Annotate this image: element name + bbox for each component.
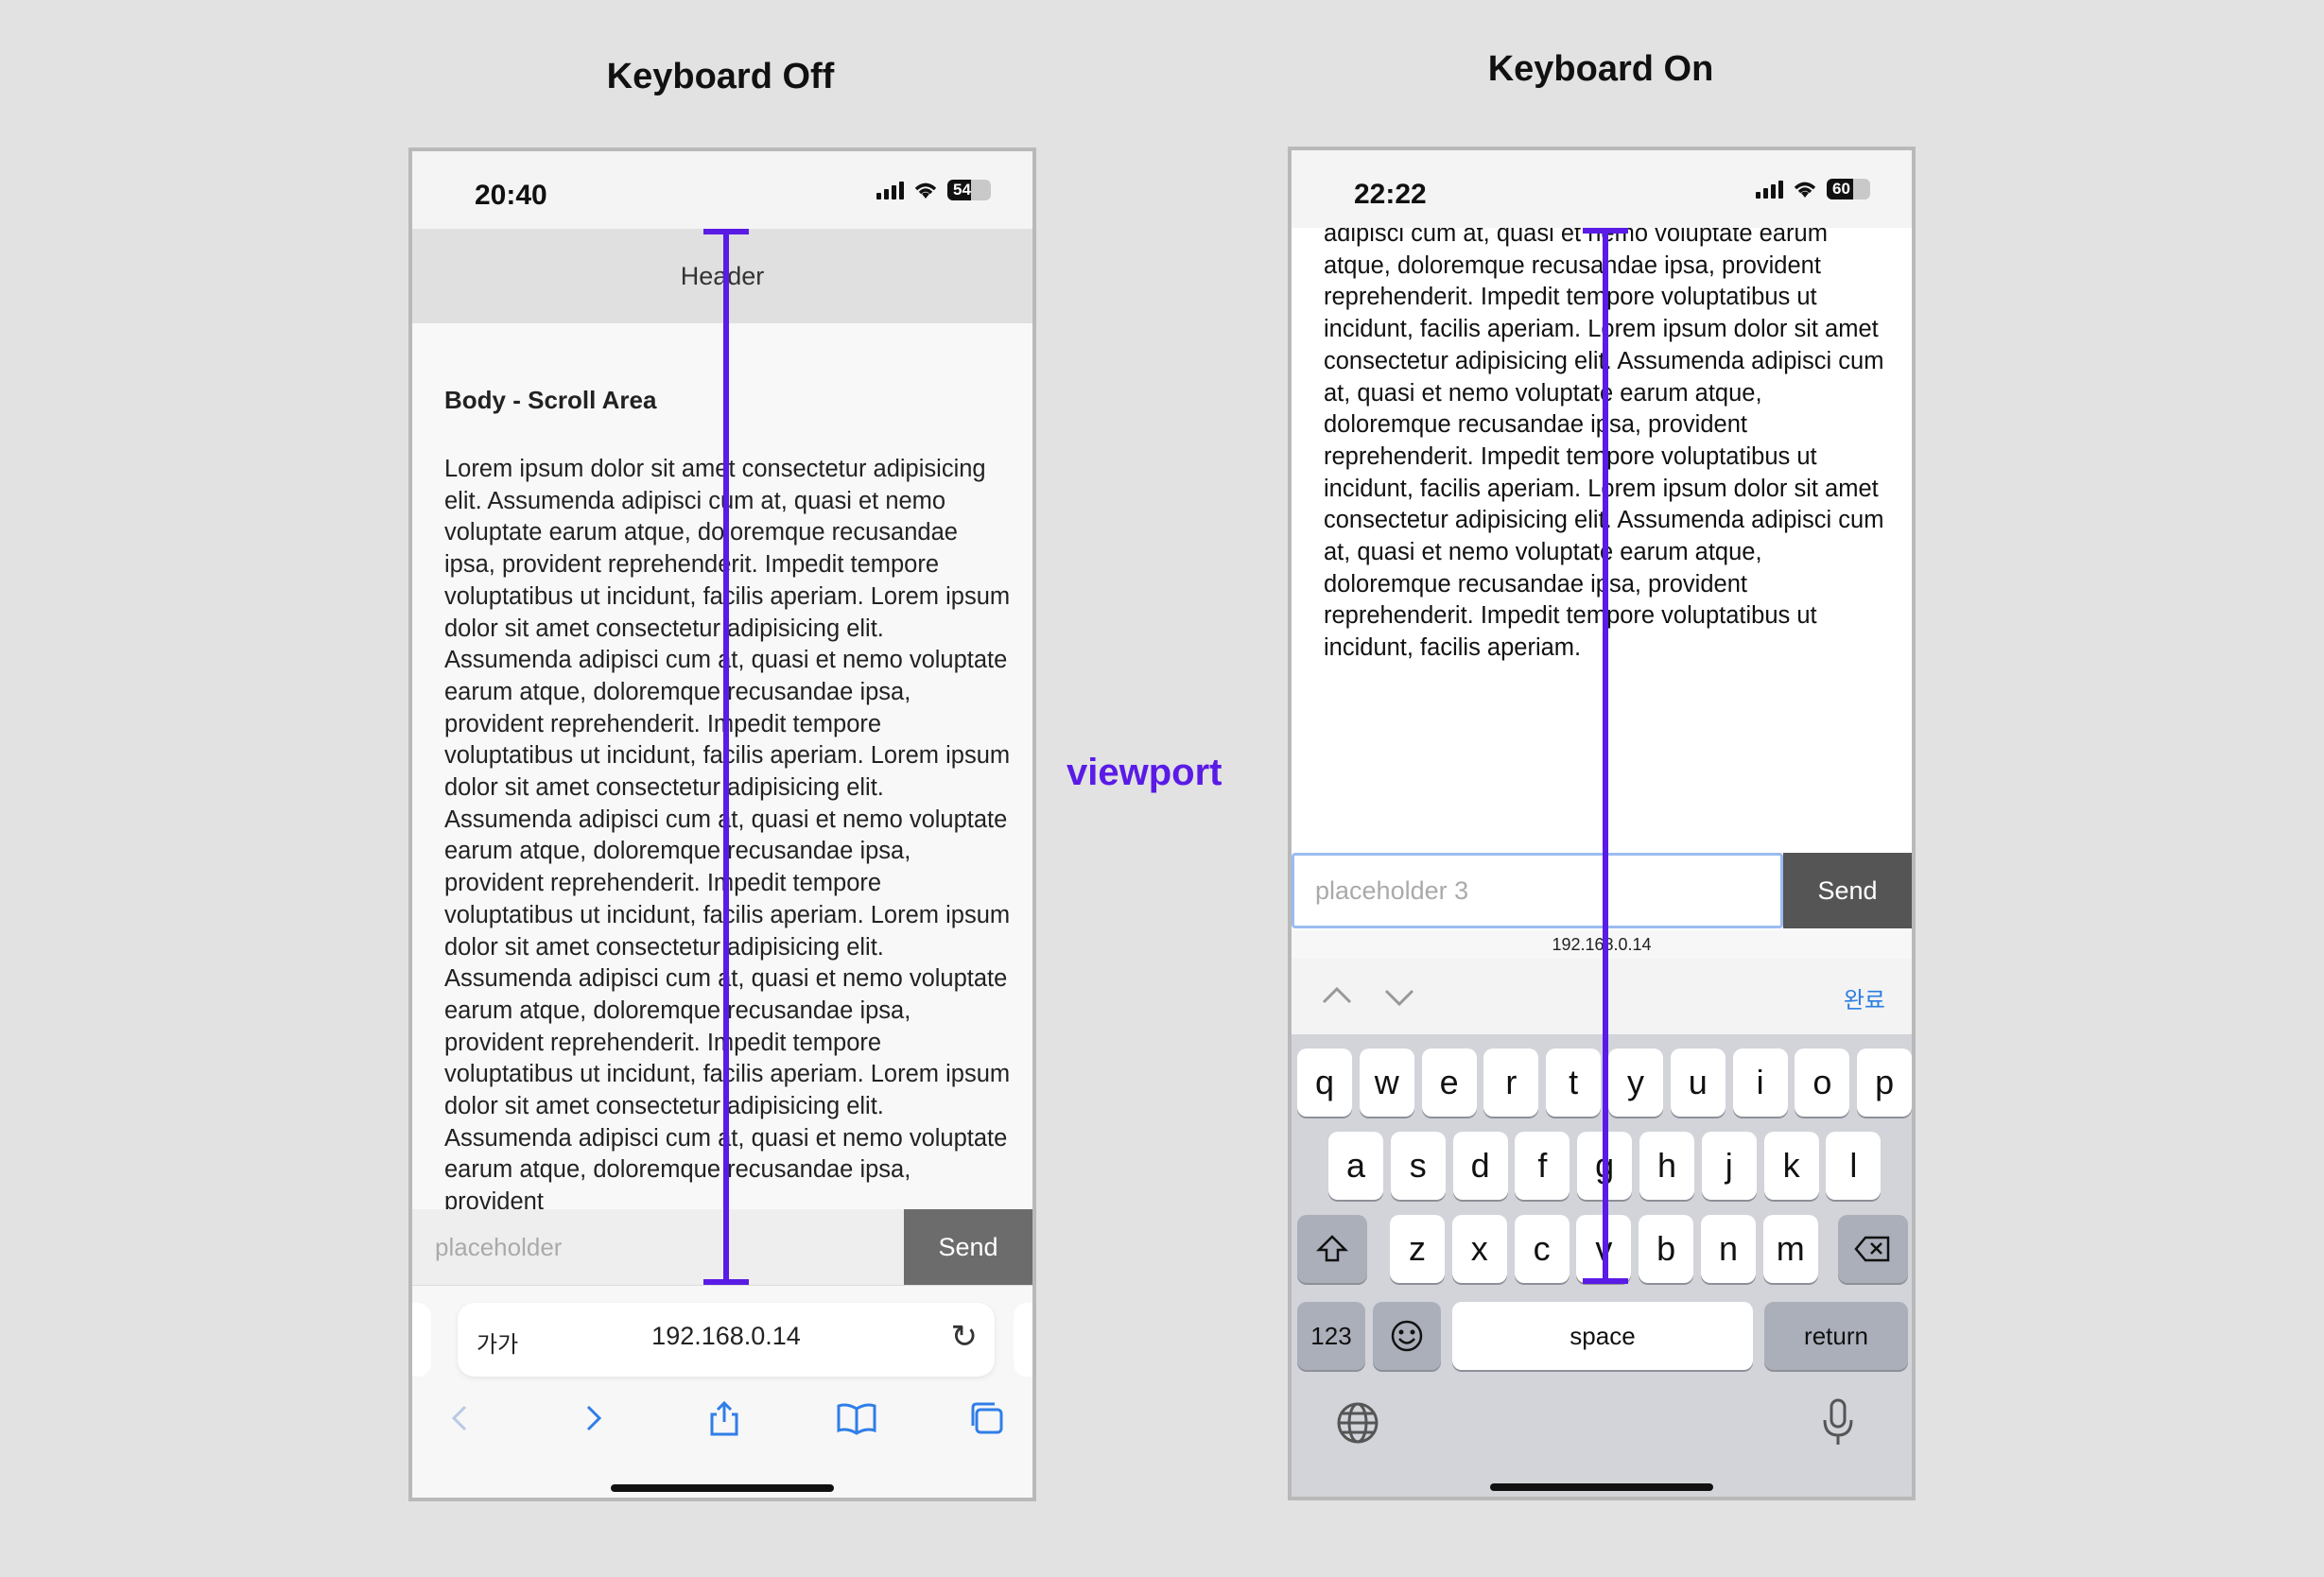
viewport-marker (723, 229, 729, 1285)
key-p[interactable]: p (1857, 1048, 1912, 1117)
bookmarks-icon[interactable] (836, 1399, 877, 1437)
signal-icon (1756, 180, 1783, 199)
key-u[interactable]: u (1670, 1048, 1726, 1117)
viewport-label: viewport (1067, 752, 1223, 793)
address-text[interactable]: 192.168.0.14 (1292, 930, 1912, 959)
key-z[interactable]: z (1390, 1215, 1445, 1283)
wifi-icon (1794, 182, 1816, 198)
key-a[interactable]: a (1328, 1132, 1383, 1200)
address-text: 192.168.0.14 (651, 1322, 801, 1350)
viewport-marker-bottom (703, 1279, 749, 1285)
key-i[interactable]: i (1732, 1048, 1788, 1117)
message-input[interactable]: placeholder (412, 1209, 904, 1285)
body-title: Body - Scroll Area (444, 386, 657, 414)
key-s[interactable]: s (1390, 1132, 1446, 1200)
key-d[interactable]: d (1452, 1132, 1508, 1200)
signal-icon (876, 181, 904, 199)
safari-toolbar: 가가 192.168.0.14 ↻ (412, 1285, 1032, 1498)
key-e[interactable]: e (1421, 1048, 1477, 1117)
chevron-up-icon[interactable] (1318, 978, 1356, 1015)
keyboard-accessory-bar: 완료 (1292, 959, 1912, 1034)
forward-icon[interactable] (579, 1399, 607, 1437)
wifi-icon (914, 182, 937, 199)
phone-keyboard-off: 20:40 54 Header Body - Scroll Area Lorem… (408, 147, 1036, 1501)
reload-icon[interactable]: ↻ (951, 1318, 979, 1356)
share-icon[interactable] (707, 1399, 741, 1437)
key-f[interactable]: f (1515, 1132, 1570, 1200)
key-t[interactable]: t (1546, 1048, 1602, 1117)
address-bar[interactable]: 가가 192.168.0.14 ↻ (458, 1303, 995, 1377)
next-tab-pill[interactable] (1014, 1303, 1032, 1377)
backspace-key[interactable] (1838, 1215, 1908, 1283)
key-x[interactable]: x (1451, 1215, 1507, 1283)
shift-key[interactable] (1297, 1215, 1367, 1283)
globe-icon[interactable] (1335, 1400, 1380, 1446)
key-r[interactable]: r (1483, 1048, 1539, 1117)
title-keyboard-off: Keyboard Off (606, 57, 835, 96)
space-key[interactable]: space (1452, 1302, 1753, 1370)
back-icon[interactable] (446, 1399, 475, 1437)
done-button[interactable]: 완료 (1844, 981, 1885, 1014)
key-h[interactable]: h (1639, 1132, 1694, 1200)
home-indicator (1490, 1483, 1713, 1491)
home-indicator (611, 1484, 834, 1492)
send-button[interactable]: Send (1783, 853, 1912, 928)
tabs-icon[interactable] (968, 1399, 1006, 1437)
title-keyboard-on: Keyboard On (1487, 49, 1714, 89)
emoji-icon (1391, 1320, 1423, 1352)
key-o[interactable]: o (1795, 1048, 1850, 1117)
key-l[interactable]: l (1826, 1132, 1882, 1200)
status-time: 22:22 (1354, 179, 1427, 210)
status-time: 20:40 (475, 180, 547, 211)
key-c[interactable]: c (1514, 1215, 1570, 1283)
viewport-marker-bottom (1583, 1278, 1628, 1284)
phone-keyboard-on: adipisci cum at, quasi et nemo voluptate… (1288, 147, 1916, 1500)
key-m[interactable]: m (1762, 1215, 1818, 1283)
message-input-row: placeholder Send (412, 1209, 1032, 1285)
message-input-row: placeholder 3 Send (1292, 853, 1912, 928)
backspace-icon (1854, 1236, 1890, 1262)
status-bar: 22:22 60 (1292, 150, 1912, 228)
key-j[interactable]: j (1701, 1132, 1757, 1200)
chevron-down-icon[interactable] (1380, 978, 1418, 1015)
key-b[interactable]: b (1639, 1215, 1694, 1283)
keyboard: qwertyuiop asdfghjkl zxcvbnm 123 space r… (1292, 1034, 1912, 1497)
key-y[interactable]: y (1608, 1048, 1663, 1117)
shift-icon (1315, 1235, 1349, 1262)
message-input[interactable]: placeholder 3 (1292, 853, 1783, 928)
viewport-marker-top (703, 229, 749, 234)
page-header: Header (412, 229, 1032, 323)
battery-icon: 60 (1827, 179, 1870, 199)
numbers-key[interactable]: 123 (1297, 1302, 1365, 1370)
key-n[interactable]: n (1701, 1215, 1756, 1283)
prev-tab-pill[interactable] (412, 1303, 431, 1377)
key-q[interactable]: q (1297, 1048, 1352, 1117)
microphone-icon[interactable] (1819, 1397, 1857, 1448)
return-key[interactable]: return (1764, 1302, 1908, 1370)
key-k[interactable]: k (1763, 1132, 1819, 1200)
key-w[interactable]: w (1359, 1048, 1414, 1117)
send-button[interactable]: Send (904, 1209, 1032, 1285)
battery-icon: 54 (947, 180, 991, 200)
viewport-marker-top (1583, 228, 1628, 234)
viewport-marker (1603, 228, 1608, 1284)
status-bar: 20:40 54 (412, 151, 1032, 229)
emoji-key[interactable] (1373, 1302, 1441, 1370)
